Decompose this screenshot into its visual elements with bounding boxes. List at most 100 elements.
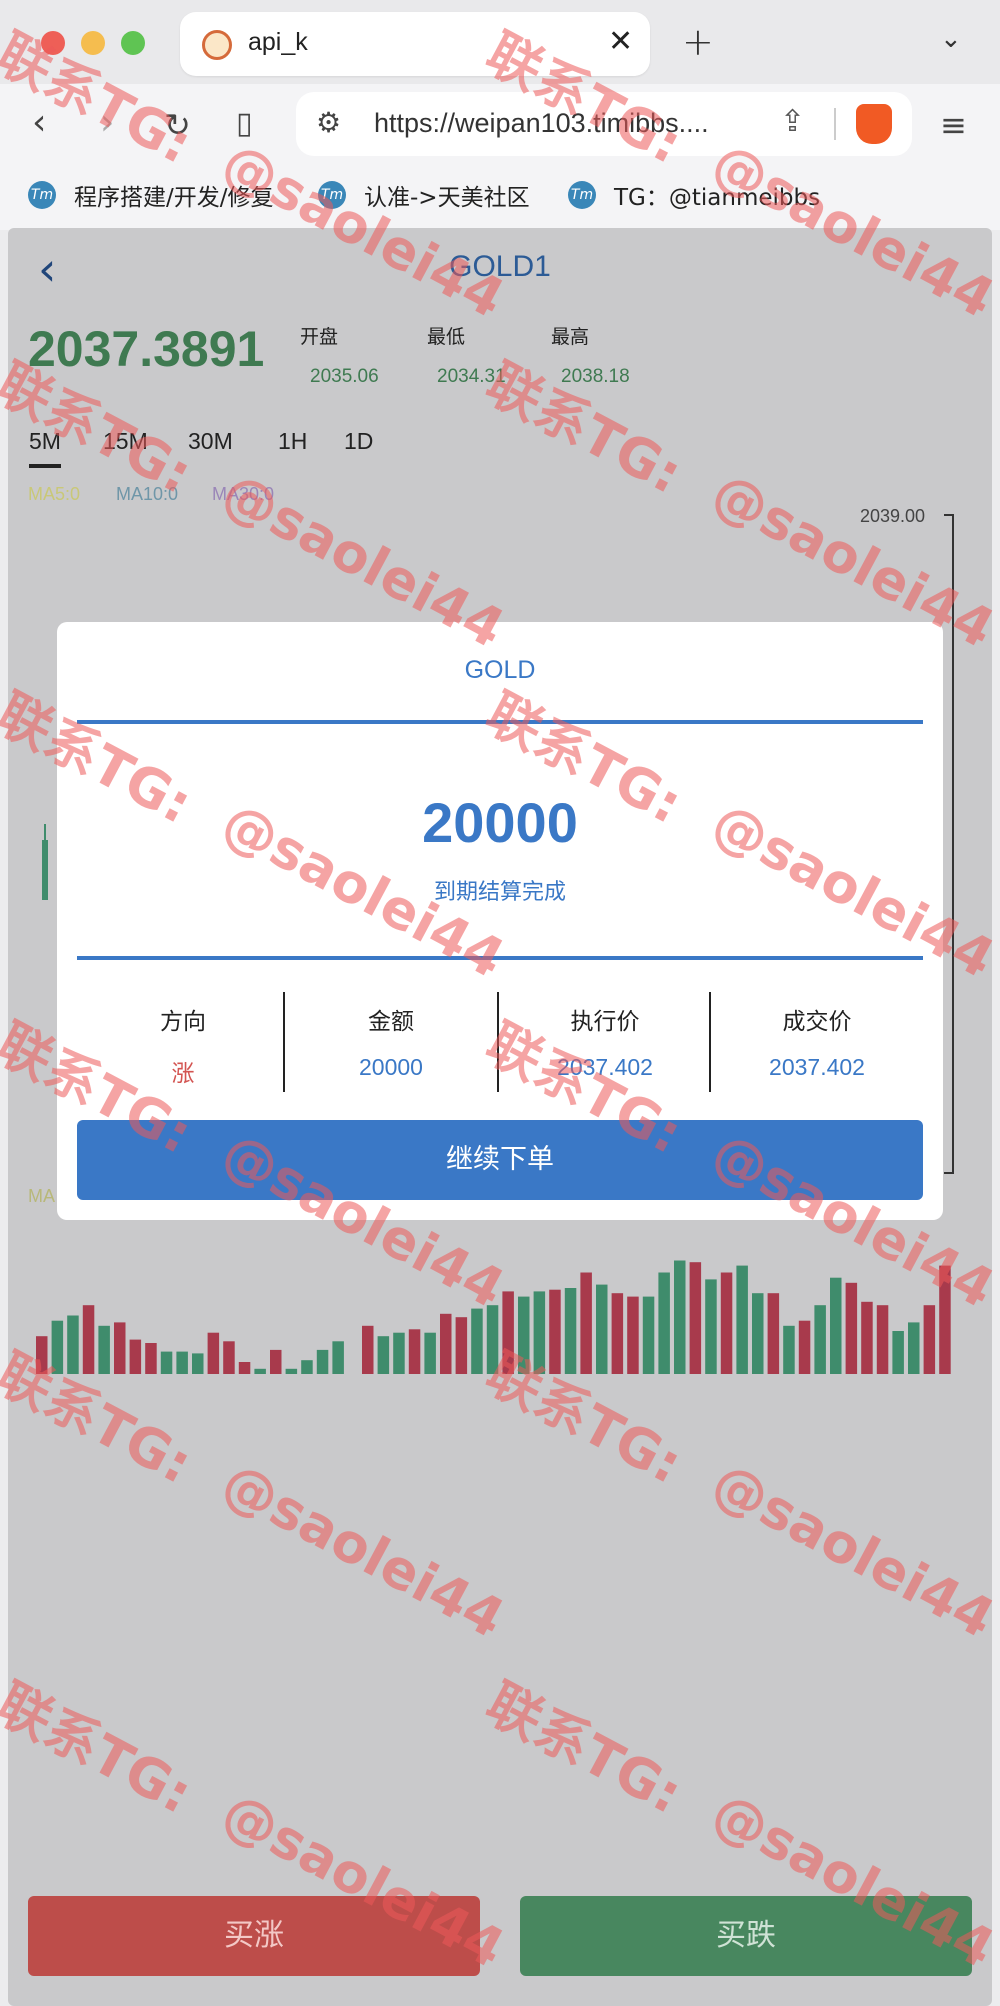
- bookmark-label: 认准->天美社区: [364, 185, 530, 211]
- strike-price-column: 执行价 2037.402: [499, 992, 711, 1092]
- tm-logo-icon: Tm: [568, 181, 596, 209]
- volume-bar: [549, 1289, 561, 1374]
- maximize-window-button[interactable]: [121, 31, 145, 55]
- volume-bar: [627, 1296, 639, 1374]
- bookmark-item[interactable]: Tm 程序搭建/开发/修复: [28, 178, 274, 212]
- volume-bar: [362, 1325, 374, 1374]
- bookmark-label: 程序搭建/开发/修复: [74, 185, 274, 211]
- volume-bar: [332, 1341, 344, 1374]
- volume-bar: [145, 1343, 157, 1374]
- volume-bar: [192, 1353, 204, 1374]
- volume-bar: [923, 1305, 936, 1374]
- settlement-status: 到期结算完成: [433, 880, 566, 905]
- site-settings-icon[interactable]: ⚙: [316, 106, 341, 139]
- navigation-bar: ‹ › ↻ ▯ ⚙ https://weipan103.timibbs.... …: [0, 84, 1000, 170]
- volume-bar: [440, 1313, 452, 1374]
- volume-bar: [82, 1305, 95, 1374]
- bookmark-item[interactable]: Tm 认准->天美社区: [318, 178, 530, 212]
- close-window-button[interactable]: [41, 31, 65, 55]
- volume-bar: [830, 1277, 842, 1374]
- volume-bar: [518, 1296, 530, 1374]
- volume-bar: [798, 1320, 811, 1374]
- bookmark-item[interactable]: Tm TG：@tianmeibbs: [568, 178, 820, 212]
- amount-label: 金额: [368, 1009, 414, 1035]
- volume-bar: [98, 1325, 110, 1374]
- bookmarks-bar: Tm 程序搭建/开发/修复 Tm 认准->天美社区 Tm TG：@tianmei…: [0, 170, 1000, 230]
- brave-shield-icon[interactable]: [856, 104, 892, 144]
- volume-bar: [596, 1284, 608, 1374]
- volume-bar: [720, 1272, 733, 1374]
- volume-bar: [207, 1332, 220, 1374]
- divider: [77, 956, 923, 960]
- new-tab-icon[interactable]: +: [682, 20, 714, 64]
- tab-title: api_k: [248, 28, 308, 56]
- volume-bar: [908, 1322, 920, 1374]
- tm-logo-icon: Tm: [28, 181, 56, 209]
- volume-bar: [223, 1341, 235, 1374]
- volume-bar: [114, 1322, 126, 1374]
- direction-column: 方向 涨: [77, 992, 289, 1092]
- amount-value: 20000: [359, 1054, 423, 1080]
- direction-label: 方向: [160, 1009, 206, 1035]
- buy-down-button[interactable]: 买跌: [520, 1896, 972, 1976]
- volume-bar: [861, 1301, 873, 1374]
- volume-bar: [611, 1293, 624, 1374]
- volume-bar: [176, 1351, 188, 1374]
- volume-bar: [705, 1279, 717, 1374]
- volume-bar: [767, 1293, 780, 1374]
- volume-bar: [129, 1339, 142, 1374]
- volume-bar: [892, 1331, 904, 1374]
- volume-bar: [270, 1349, 282, 1374]
- volume-bar: [939, 1265, 951, 1374]
- amount-column: 金额 20000: [285, 992, 497, 1092]
- volume-bar: [783, 1325, 795, 1374]
- volume-bar: [736, 1265, 748, 1374]
- direction-value: 涨: [171, 1060, 195, 1086]
- browser-tab[interactable]: api_k ✕: [180, 12, 650, 76]
- volume-bar: [642, 1296, 655, 1374]
- volume-bar: [876, 1305, 889, 1374]
- continue-order-button[interactable]: 继续下单: [77, 1120, 923, 1200]
- volume-bar: [36, 1336, 48, 1374]
- settled-amount: 20000: [422, 791, 578, 854]
- bookmark-label: TG：@tianmeibbs: [614, 185, 821, 211]
- back-arrow-icon[interactable]: ‹: [32, 102, 46, 143]
- bookmark-icon[interactable]: ▯: [236, 106, 253, 141]
- tab-list-chevron-icon[interactable]: ⌄: [940, 24, 962, 54]
- volume-bar: [377, 1336, 390, 1374]
- volume-bar: [160, 1351, 173, 1374]
- divider: [77, 720, 923, 724]
- url-text[interactable]: https://weipan103.timibbs....: [374, 108, 764, 139]
- volume-bar: [301, 1360, 313, 1374]
- reload-icon[interactable]: ↻: [164, 106, 191, 144]
- hamburger-menu-icon[interactable]: ≡: [940, 106, 967, 144]
- volume-bar: [752, 1293, 764, 1374]
- volume-bar: [408, 1329, 421, 1374]
- volume-bar: [689, 1262, 702, 1374]
- share-icon[interactable]: ⇪: [780, 104, 805, 139]
- buy-up-button[interactable]: 买涨: [28, 1896, 480, 1976]
- minimize-window-button[interactable]: [81, 31, 105, 55]
- deal-price-label: 成交价: [782, 1009, 852, 1035]
- divider: [834, 108, 836, 140]
- volume-bar: [424, 1332, 436, 1374]
- deal-price-column: 成交价 2037.402: [711, 992, 923, 1092]
- volume-bar: [564, 1288, 577, 1374]
- volume-bar: [254, 1368, 266, 1374]
- forward-arrow-icon[interactable]: ›: [100, 102, 114, 143]
- volume-bar: [51, 1320, 64, 1374]
- volume-bar: [471, 1308, 483, 1374]
- tab-close-icon[interactable]: ✕: [608, 24, 633, 59]
- volume-bar: [393, 1332, 405, 1374]
- volume-bar: [238, 1362, 251, 1374]
- volume-bar: [455, 1317, 468, 1374]
- volume-bar: [658, 1272, 670, 1374]
- site-favicon-icon: [202, 30, 232, 60]
- volume-bar: [285, 1368, 298, 1374]
- tm-logo-icon: Tm: [318, 181, 346, 209]
- volume-bar: [67, 1315, 79, 1374]
- volume-bar: [814, 1305, 826, 1374]
- volume-bar: [533, 1291, 546, 1374]
- deal-price-value: 2037.402: [769, 1054, 865, 1080]
- address-bar[interactable]: ⚙ https://weipan103.timibbs.... ⇪: [296, 92, 912, 156]
